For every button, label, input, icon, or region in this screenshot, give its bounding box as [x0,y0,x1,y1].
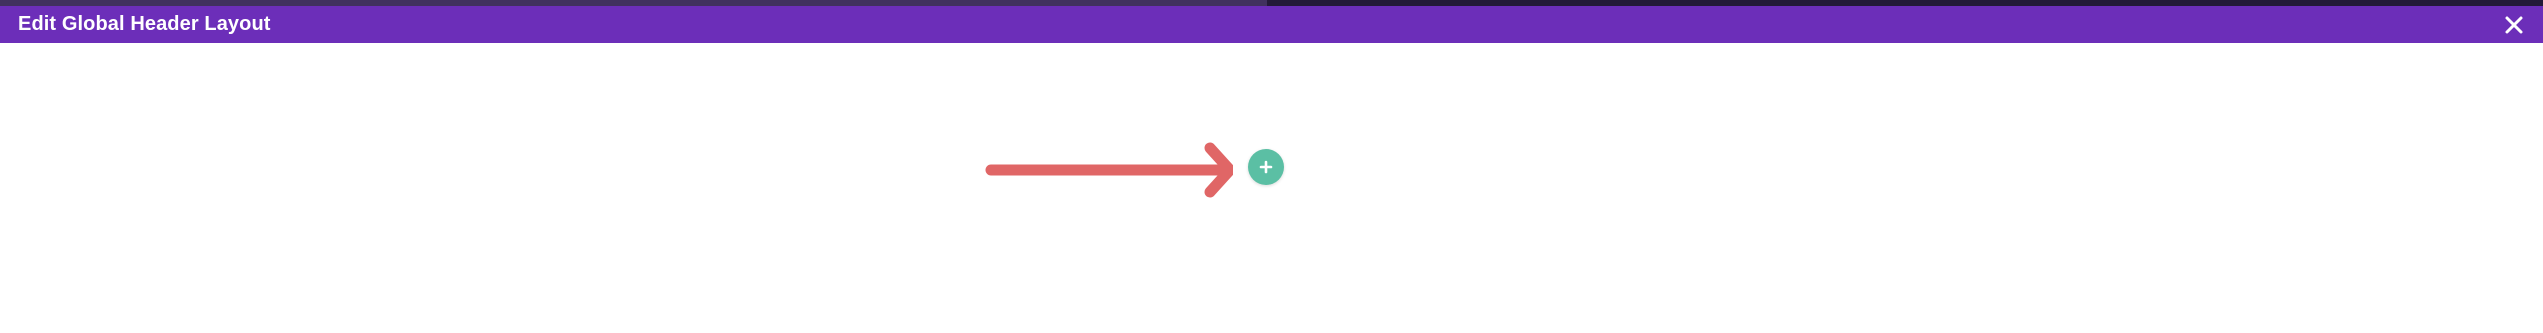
add-row-button[interactable] [1248,149,1284,185]
close-button[interactable] [2501,12,2527,38]
plus-icon [1259,160,1273,174]
arrow-right-icon [985,142,1233,198]
close-icon [2505,16,2523,34]
layout-canvas [0,43,2543,333]
modal-title: Edit Global Header Layout [18,13,271,35]
modal-header: Edit Global Header Layout [0,6,2543,43]
